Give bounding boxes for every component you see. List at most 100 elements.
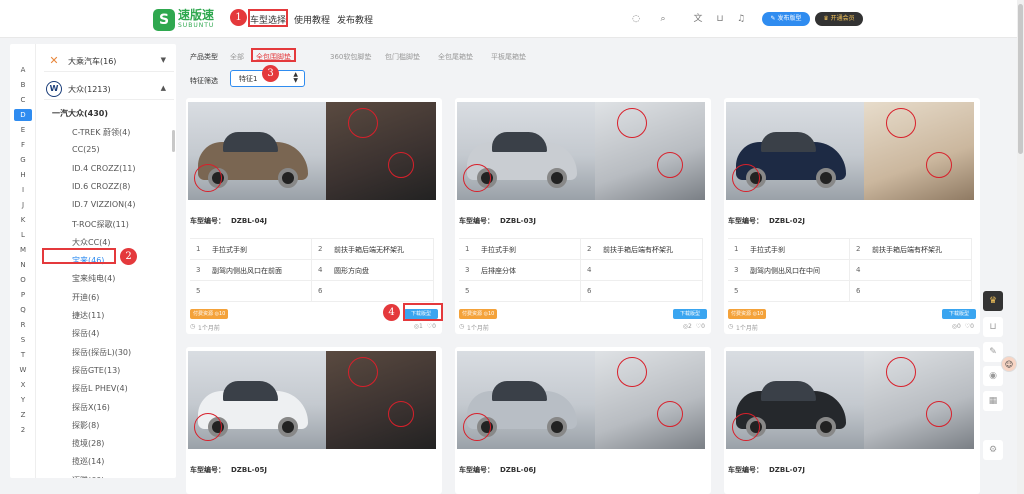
letter-z[interactable]: Z [10,411,36,419]
letter-r[interactable]: R [10,321,36,329]
model-item[interactable]: 迈腾(60) [72,475,104,478]
model-item[interactable]: 揽巡(14) [72,456,104,467]
letter-w[interactable]: W [10,366,36,374]
letter-s[interactable]: S [10,336,36,344]
interior-image [595,102,705,200]
letter-e[interactable]: E [10,126,36,134]
letter-m[interactable]: M [10,246,36,254]
model-item[interactable]: 揽境(28) [72,438,104,449]
letter-t[interactable]: T [10,351,36,359]
model-item[interactable]: 开迪(6) [72,292,99,303]
letter-q[interactable]: Q [10,306,36,314]
model-item[interactable]: 捷达(11) [72,310,104,321]
float-edit-icon[interactable]: ✎ [983,342,1003,362]
feature-number: 5 [465,287,470,295]
letter-f[interactable]: F [10,141,36,149]
letter-x[interactable]: X [10,381,36,389]
detail-highlight [388,401,414,427]
product-photo[interactable] [188,102,436,200]
model-item[interactable]: T-ROC探歌(11) [72,219,129,230]
car-wheel [547,168,567,188]
product-photo[interactable] [726,351,974,449]
nav-publish-tutorial[interactable]: 发布教程 [337,13,373,26]
page-scrollbar-thumb[interactable] [1018,4,1023,154]
float-gear-icon[interactable]: ⚙ [983,440,1003,460]
search-icon[interactable]: ⌕ [657,13,669,25]
product-type-option[interactable]: 包门槛脚垫 [385,52,420,62]
bell-icon[interactable]: ♫ [735,13,747,25]
model-item[interactable]: 探岳(探岳L)(30) [72,347,131,358]
model-item[interactable]: 探岳L PHEV(4) [72,383,128,394]
letter-b[interactable]: B [10,81,36,89]
letter-g[interactable]: G [10,156,36,164]
letter-o[interactable]: O [10,276,36,284]
product-type-option[interactable]: 全部 [230,52,244,62]
letter-d[interactable]: D [14,109,32,121]
product-photo[interactable] [726,102,974,200]
clock-icon: ◷ [728,323,734,330]
brand-name: 大众(1213) [68,85,111,94]
model-item[interactable]: 宝来纯电(4) [72,273,115,284]
cart-icon[interactable]: ⊔ [714,13,726,25]
feature-number: 1 [196,245,201,253]
annotation-box-type [251,48,296,62]
product-photo[interactable] [457,102,705,200]
sub-brand-title[interactable]: 一汽大众(430) [52,108,108,119]
float-qrcode-icon[interactable]: ▦ [983,391,1003,411]
bulb-icon[interactable]: ◌ [630,13,642,25]
brand-item-dacheng[interactable]: ✕ 大乘汽车(16) ▼ [44,50,174,72]
vip-button[interactable]: ♛ 开通会员 [815,12,863,26]
letter-p[interactable]: P [10,291,36,299]
product-photo[interactable] [188,351,436,449]
product-card[interactable]: 车型编号： DZBL-05J [186,347,442,494]
model-item[interactable]: 探影(8) [72,420,99,431]
model-item[interactable]: C-TREK 蔚领(4) [72,127,130,138]
model-item[interactable]: 探岳(4) [72,328,99,339]
letter-l[interactable]: L [10,231,36,239]
letter-k[interactable]: K [10,216,36,224]
model-item[interactable]: ID.4 CROZZ(11) [72,164,136,173]
model-code-label: 车型编号： [728,217,763,225]
float-cart-icon[interactable]: ⊔ [983,317,1003,337]
nav-tutorial[interactable]: 使用教程 [294,13,330,26]
logo-text[interactable]: 速版速 [178,9,214,21]
product-type-option[interactable]: 全包尾箱垫 [438,52,473,62]
support-avatar[interactable]: ☺ [1001,356,1017,372]
letter-j[interactable]: J [10,201,36,209]
model-item[interactable]: 大众CC(4) [72,237,111,248]
feature-filter-label: 特征筛选 [190,77,218,85]
letter-n[interactable]: N [10,261,36,269]
product-photo[interactable] [457,351,705,449]
product-type-option[interactable]: 360软包脚垫 [330,52,371,62]
product-card[interactable]: 车型编号： DZBL-02J 1 手拉式手刹 2 前扶手箱后端有杯架孔 3 副驾内侧出风口在中… [724,98,980,334]
model-item[interactable]: CC(25) [72,145,100,154]
model-item[interactable]: 探岳X(16) [72,402,110,413]
download-button[interactable]: 下载版型 [673,309,707,319]
letter-a[interactable]: A [10,66,36,74]
product-card[interactable]: 车型编号： DZBL-04J 1 手拉式手刹 2 前扶手箱后端无杯架孔 3 副驾内侧出风口在前… [186,98,442,334]
download-button[interactable]: 下载版型 [942,309,976,319]
detail-highlight [732,164,760,192]
detail-highlight [463,164,491,192]
brand-item-volkswagen[interactable]: W 大众(1213) ▲ [44,78,174,100]
model-item[interactable]: 探岳GTE(13) [72,365,120,376]
sidebar-scroll-thumb[interactable] [172,130,175,152]
model-item[interactable]: ID.6 CROZZ(8) [72,182,130,191]
product-type-option[interactable]: 平板尾箱垫 [491,52,526,62]
letter-c[interactable]: C [10,96,36,104]
model-item[interactable]: ID.7 VIZZION(4) [72,200,135,209]
car-window [492,381,547,401]
float-crown-icon[interactable]: ♛ [983,291,1003,311]
product-card[interactable]: 车型编号： DZBL-07J [724,347,980,494]
float-chat-icon[interactable]: ◉ [983,366,1003,386]
logo-icon[interactable]: S [153,9,175,31]
translate-icon[interactable]: 文 [692,13,704,25]
product-card[interactable]: 车型编号： DZBL-06J [455,347,711,494]
letter-i[interactable]: I [10,186,36,194]
letter-2[interactable]: 2 [10,426,36,434]
product-card[interactable]: 车型编号： DZBL-03J 1 手拉式手刹 2 前扶手箱后端有杯架孔 3 后排座分体 4 5 6 付… [455,98,711,334]
letter-y[interactable]: Y [10,396,36,404]
letter-h[interactable]: H [10,171,36,179]
detail-highlight [194,413,222,441]
publish-button[interactable]: ✎ 发布版型 [762,12,810,26]
